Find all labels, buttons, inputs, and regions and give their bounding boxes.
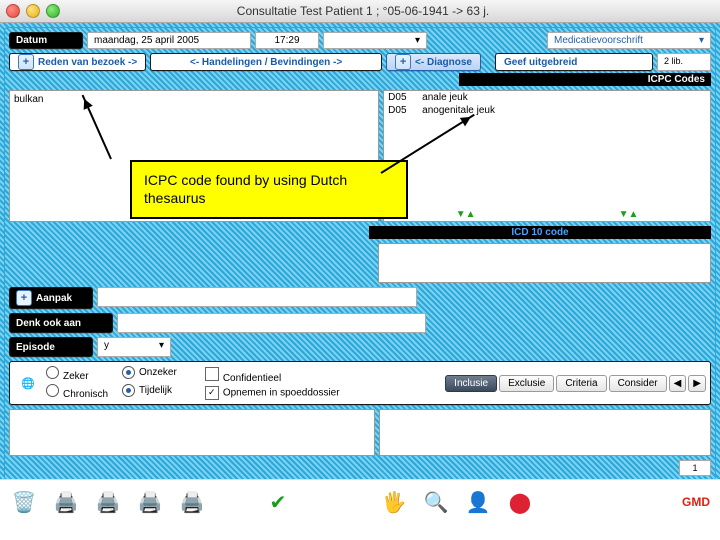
icd10-list[interactable] bbox=[378, 243, 711, 283]
opt-label: Opnemen in spoeddossier bbox=[223, 387, 340, 398]
geef-uitgebreid-button[interactable]: Geef uitgebreid bbox=[495, 53, 653, 71]
minimize-icon[interactable] bbox=[26, 4, 40, 18]
lower-right-pane[interactable] bbox=[379, 409, 711, 456]
opt-label: Onzeker bbox=[139, 367, 177, 378]
check-spoeddossier[interactable]: ✓Opnemen in spoeddossier bbox=[205, 386, 340, 400]
trash-icon[interactable]: 🗑️ bbox=[10, 488, 38, 516]
nav-prev-button[interactable]: ◀ bbox=[669, 375, 687, 392]
episode-value: y bbox=[104, 340, 109, 354]
tab-reden-label: Reden van bezoek -> bbox=[38, 57, 137, 68]
medicatie-dropdown[interactable]: Medicatievoorschrift▾ bbox=[547, 32, 711, 49]
check-icon[interactable]: ✔ bbox=[264, 488, 292, 516]
plus-icon[interactable]: + bbox=[18, 54, 34, 70]
dropdown-small[interactable]: ▾ bbox=[323, 32, 427, 49]
plus-icon[interactable]: + bbox=[395, 54, 411, 70]
icpc-code: D05 bbox=[388, 92, 422, 103]
aanpak-label: + Aanpak bbox=[9, 287, 93, 309]
tab-handelingen[interactable]: <- Handelingen / Bevindingen -> bbox=[150, 53, 382, 71]
tab-inclusie[interactable]: Inclusie bbox=[445, 375, 497, 392]
icpc-codes-header: ICPC Codes bbox=[459, 73, 711, 86]
nav-next-button[interactable]: ▶ bbox=[688, 375, 706, 392]
scroll-arrows[interactable]: ▼▲ ▼▲ bbox=[384, 209, 710, 220]
episode-field[interactable]: y▾ bbox=[97, 337, 171, 357]
icd10-header: ICD 10 code bbox=[369, 226, 711, 239]
hand-icon[interactable]: 🖐️ bbox=[380, 488, 408, 516]
denk-label: Denk ook aan bbox=[9, 313, 113, 333]
globe-icon[interactable]: 🌐 bbox=[14, 377, 42, 390]
radio-chronisch[interactable]: Chronisch bbox=[46, 384, 108, 400]
annotation-callout: ICPC code found by using Dutch thesaurus bbox=[130, 160, 408, 219]
aanpak-text: Aanpak bbox=[36, 293, 72, 304]
search-icon[interactable]: 🔍 bbox=[422, 488, 450, 516]
zoom-icon[interactable] bbox=[46, 4, 60, 18]
tab-handelingen-label: <- Handelingen / Bevindingen -> bbox=[190, 57, 342, 68]
diagnose-entry: bulkan bbox=[14, 94, 43, 105]
page-number: 1 bbox=[679, 460, 711, 476]
radio-onzeker[interactable]: Onzeker bbox=[122, 366, 177, 382]
opt-label: Confidentieel bbox=[223, 373, 281, 384]
time-field[interactable]: 17:29 bbox=[255, 32, 319, 49]
close-icon[interactable] bbox=[6, 4, 20, 18]
plus-icon[interactable]: + bbox=[16, 290, 32, 306]
aanpak-field[interactable] bbox=[97, 287, 417, 307]
datum-label: Datum bbox=[9, 32, 83, 49]
chevron-down-icon[interactable]: ▼▲ bbox=[619, 209, 639, 220]
denk-field[interactable] bbox=[117, 313, 426, 333]
radio-zeker[interactable]: Zeker bbox=[46, 366, 108, 382]
tab-reden[interactable]: + Reden van bezoek -> bbox=[9, 53, 146, 71]
episode-label: Episode bbox=[9, 337, 93, 357]
tab-exclusie[interactable]: Exclusie bbox=[499, 375, 554, 392]
icpc-code: D05 bbox=[388, 105, 422, 116]
printer-icon[interactable]: 🖨️ bbox=[136, 488, 164, 516]
icpc-results-list[interactable]: D05anale jeuk D05anogenitale jeuk ▼▲ ▼▲ bbox=[383, 90, 711, 222]
radio-tijdelijk[interactable]: Tijdelijk bbox=[122, 384, 177, 400]
tab-diagnose-label: <- Diagnose bbox=[415, 57, 472, 68]
printer-icon[interactable]: 🖨️ bbox=[52, 488, 80, 516]
chevron-down-icon[interactable]: ▼▲ bbox=[456, 209, 476, 220]
lib-count: 2 lib. bbox=[657, 53, 711, 71]
printer-icon[interactable]: 🖨️ bbox=[178, 488, 206, 516]
date-field[interactable]: maandag, 25 april 2005 bbox=[87, 32, 251, 49]
window-title: Consultatie Test Patient 1 ; °05-06-1941… bbox=[66, 4, 660, 18]
gmd-label: GMD bbox=[682, 495, 710, 509]
opt-label: Tijdelijk bbox=[139, 385, 172, 396]
tab-criteria[interactable]: Criteria bbox=[556, 375, 606, 392]
callout-text: ICPC code found by using Dutch thesaurus bbox=[144, 172, 347, 206]
tab-diagnose[interactable]: + <- Diagnose bbox=[386, 53, 481, 71]
icpc-label: anogenitale jeuk bbox=[422, 105, 495, 116]
bottom-toolbar: 🗑️ 🖨️ 🖨️ 🖨️ 🖨️ ✔ 🖐️ 🔍 👤 ⬤ GMD bbox=[0, 479, 720, 524]
geef-label: Geef uitgebreid bbox=[504, 57, 577, 68]
check-confidentieel[interactable]: Confidentieel bbox=[205, 367, 340, 384]
tab-consider[interactable]: Consider bbox=[609, 375, 667, 392]
person-icon[interactable]: 👤 bbox=[464, 488, 492, 516]
record-icon[interactable]: ⬤ bbox=[506, 488, 534, 516]
medicatie-label: Medicatievoorschrift bbox=[554, 35, 643, 46]
lower-left-pane[interactable] bbox=[9, 409, 375, 456]
window-titlebar: Consultatie Test Patient 1 ; °05-06-1941… bbox=[0, 0, 720, 23]
opt-label: Zeker bbox=[63, 371, 89, 382]
icpc-label: anale jeuk bbox=[422, 92, 468, 103]
opt-label: Chronisch bbox=[63, 389, 108, 400]
printer-icon[interactable]: 🖨️ bbox=[94, 488, 122, 516]
